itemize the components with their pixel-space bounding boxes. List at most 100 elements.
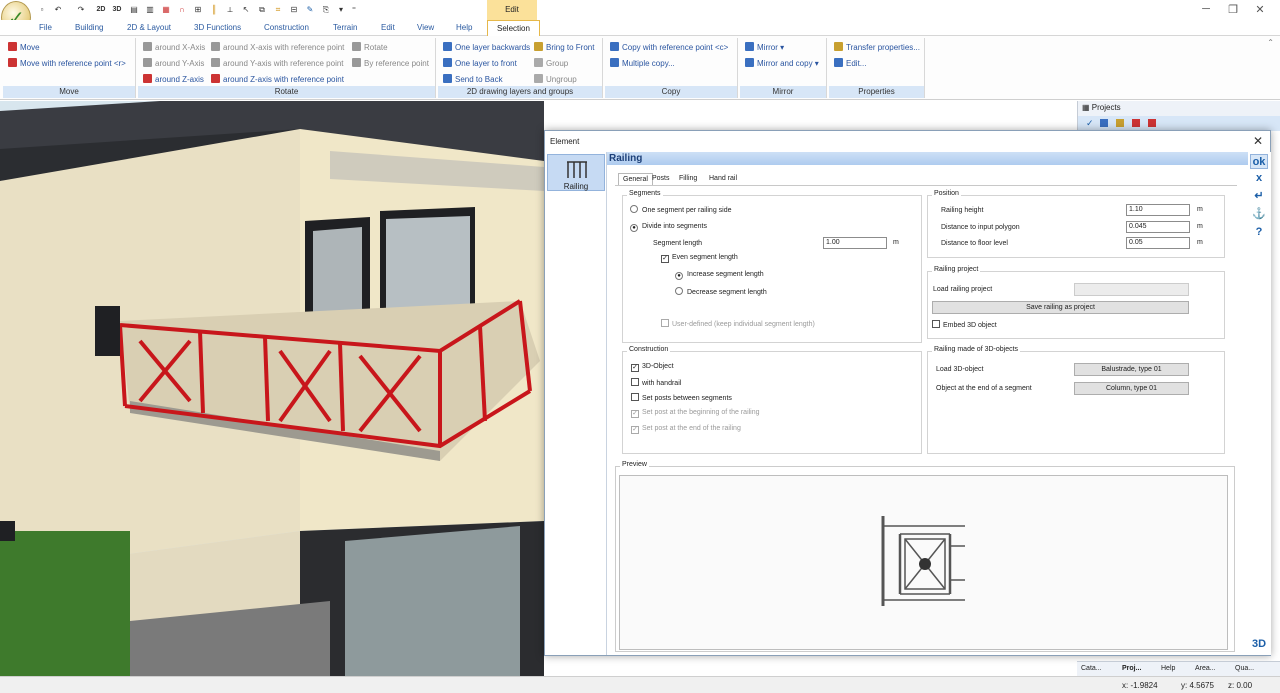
layer-front-button[interactable]: One layer to front — [443, 58, 517, 70]
menu-help[interactable]: Help — [456, 23, 472, 32]
segment-length-input[interactable]: 1.00 — [823, 237, 887, 249]
column-button[interactable]: Column, type 01 — [1074, 382, 1189, 395]
checkbox-post-begin[interactable]: ✓ Set post at the beginning of the railin… — [631, 408, 760, 418]
multiple-copy-button[interactable]: Multiple copy... — [610, 58, 675, 70]
menu-building[interactable]: Building — [75, 23, 103, 32]
rotate-z-button[interactable]: around Z-axis — [143, 74, 204, 86]
rotate-x-ref-button[interactable]: around X-axis with reference point — [211, 42, 344, 54]
checkbox-handrail[interactable]: with handrail — [631, 378, 681, 389]
menu-file[interactable]: File — [39, 23, 52, 32]
rotate-y-ref-button[interactable]: around Y-axis with reference point — [211, 58, 344, 70]
rotate-x-button[interactable]: around X-Axis — [143, 42, 205, 54]
transfer-properties-button[interactable]: Transfer properties... — [834, 42, 920, 54]
columns-icon[interactable]: ║ — [208, 3, 220, 17]
checkbox-posts-between[interactable]: Set posts between segments — [631, 393, 732, 404]
ribbon-collapse-icon[interactable]: ⌃ — [1267, 38, 1274, 47]
move-ref-button[interactable]: Move with reference point <r> — [8, 58, 126, 70]
menu-2d-layout[interactable]: 2D & Layout — [127, 23, 171, 32]
house-icon[interactable] — [1148, 119, 1156, 127]
check-icon[interactable]: ✓ — [1086, 118, 1094, 129]
radio-one-segment[interactable]: One segment per railing side — [630, 205, 732, 216]
move-icon — [8, 42, 17, 51]
checkbox-3d-object[interactable]: ✓ 3D-Object — [631, 362, 674, 372]
group-button[interactable]: Group — [534, 58, 568, 70]
menu-3d-functions[interactable]: 3D Functions — [194, 23, 241, 32]
anchor-button[interactable]: ⚓ — [1250, 207, 1268, 222]
minimize-icon[interactable]: ─ — [1199, 3, 1213, 15]
qa-dropdown-icon[interactable]: ▾ — [335, 3, 347, 17]
pen-icon[interactable]: ✎ — [304, 3, 316, 17]
3d-view-icon[interactable]: 3D — [111, 3, 123, 17]
new-folder-icon[interactable] — [1116, 119, 1124, 127]
checkbox-post-end[interactable]: ✓ Set post at the end of the railing — [631, 424, 741, 434]
magnet-icon[interactable]: ∩ — [176, 3, 188, 17]
undo-icon[interactable]: ↶ — [52, 3, 64, 17]
mirror-copy-button[interactable]: Mirror and copy ▾ — [745, 58, 819, 70]
menu-selection[interactable]: Selection — [487, 20, 540, 37]
cancel-button[interactable]: x — [1250, 171, 1268, 186]
menu-construction[interactable]: Construction — [264, 23, 309, 32]
radio-divide-segments[interactable]: ● Divide into segments — [630, 222, 707, 232]
rotate-z-ref-button[interactable]: around Z-axis with reference point — [211, 74, 344, 86]
group-label: 2D drawing layers and groups — [438, 86, 602, 98]
close-window-icon[interactable]: ✕ — [1253, 3, 1267, 16]
distance-floor-input[interactable]: 0.05 — [1126, 237, 1190, 249]
copy-ref-button[interactable]: Copy with reference point <c> — [610, 42, 728, 54]
measure-icon[interactable]: ⟂ — [224, 3, 236, 17]
restore-icon[interactable]: ❐ — [1226, 3, 1240, 16]
checkbox-embed-3d[interactable]: Embed 3D object — [932, 320, 997, 331]
split-view-icon[interactable]: ▥ — [144, 3, 156, 17]
cursor-icon[interactable]: ↖ — [240, 3, 252, 17]
mirror-button[interactable]: Mirror ▾ — [745, 42, 784, 54]
tab-quantities[interactable]: Qua... — [1235, 665, 1254, 672]
qa-customize-icon[interactable]: ⁼ — [348, 3, 360, 17]
menu-view[interactable]: View — [417, 23, 434, 32]
tab-catalog[interactable]: Cata... — [1081, 665, 1102, 672]
sidebar-item-railing[interactable]: Railing — [547, 154, 605, 191]
save-railing-project-button[interactable]: Save railing as project — [932, 301, 1189, 314]
dialog-close-icon[interactable]: ✕ — [1253, 134, 1263, 148]
layers-qa-icon[interactable]: ⊟ — [288, 3, 300, 17]
edit-properties-button[interactable]: Edit... — [834, 58, 866, 70]
menu-edit[interactable]: Edit — [381, 23, 395, 32]
by-ref-point-button[interactable]: By reference point — [352, 58, 429, 70]
paste-icon[interactable]: ⎘ — [320, 3, 332, 17]
redo-icon[interactable]: ↷ — [75, 3, 87, 17]
stairs-icon[interactable]: ⌗ — [272, 3, 284, 17]
distance-polygon-input[interactable]: 0.045 — [1126, 221, 1190, 233]
radio-decrease-length[interactable]: Decrease segment length — [675, 287, 767, 298]
2d-view-icon[interactable]: 2D — [95, 3, 107, 17]
new-icon[interactable]: ▫ — [36, 3, 48, 17]
tab-help[interactable]: Help — [1161, 665, 1175, 672]
load-railing-project-button[interactable] — [1074, 283, 1189, 296]
menu-terrain[interactable]: Terrain — [333, 23, 357, 32]
rotate-button[interactable]: Rotate — [352, 42, 388, 54]
apply-button[interactable]: ↵ — [1250, 189, 1268, 204]
grid-icon[interactable]: ▤ — [128, 3, 140, 17]
checkbox-user-defined[interactable]: User-defined (keep individual segment le… — [661, 319, 815, 330]
rotate-z-icon — [143, 74, 152, 83]
3d-preview-button[interactable]: 3D — [1250, 637, 1268, 652]
tab-projects[interactable]: Proj... — [1122, 665, 1141, 672]
preview-group: Preview — [615, 461, 1235, 652]
snap-icon[interactable]: ⊞ — [192, 3, 204, 17]
radio-increase-length[interactable]: ● Increase segment length — [675, 270, 764, 280]
railing-height-input[interactable]: 1.10 — [1126, 204, 1190, 216]
tab-area[interactable]: Area... — [1195, 665, 1216, 672]
table-icon[interactable]: ▦ — [160, 3, 172, 17]
copy-ref-icon — [610, 42, 619, 51]
folder-icon[interactable] — [1100, 119, 1108, 127]
3d-viewport[interactable] — [0, 101, 544, 676]
layer-backwards-button[interactable]: One layer backwards — [443, 42, 530, 54]
send-to-back-button[interactable]: Send to Back — [443, 74, 503, 86]
copy-qa-icon[interactable]: ⧉ — [256, 3, 268, 17]
move-button[interactable]: Move — [8, 42, 40, 54]
ungroup-button[interactable]: Ungroup — [534, 74, 577, 86]
bring-to-front-button[interactable]: Bring to Front — [534, 42, 594, 54]
ok-button[interactable]: ok — [1250, 154, 1268, 169]
delete-icon[interactable] — [1132, 119, 1140, 127]
help-button[interactable]: ? — [1250, 225, 1268, 240]
checkbox-even-length[interactable]: ✓ Even segment length — [661, 253, 738, 263]
balustrade-button[interactable]: Balustrade, type 01 — [1074, 363, 1189, 376]
rotate-y-button[interactable]: around Y-Axis — [143, 58, 204, 70]
